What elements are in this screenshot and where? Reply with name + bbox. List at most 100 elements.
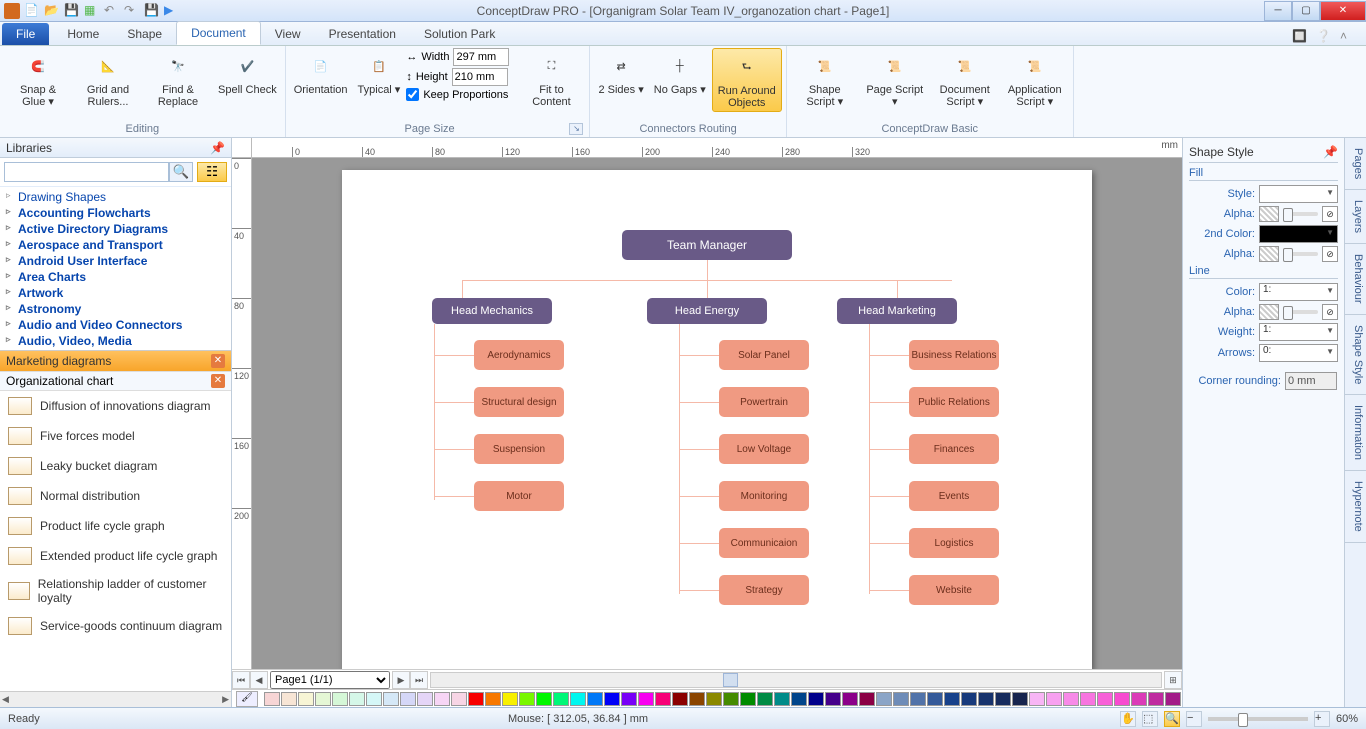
color-swatch[interactable] bbox=[451, 692, 467, 706]
color-swatch[interactable] bbox=[536, 692, 552, 706]
lib-tree-item[interactable]: Astronomy bbox=[0, 301, 231, 317]
lib-tree-item[interactable]: Drawing Shapes bbox=[0, 189, 231, 205]
color-swatch[interactable] bbox=[1131, 692, 1147, 706]
node-sub[interactable]: Suspension bbox=[474, 434, 564, 464]
library-search-button[interactable]: 🔍 bbox=[169, 162, 193, 182]
color-swatch[interactable] bbox=[995, 692, 1011, 706]
color-swatch[interactable] bbox=[740, 692, 756, 706]
panel-pin-icon[interactable]: 📌 bbox=[1323, 145, 1338, 159]
tab-document[interactable]: Document bbox=[176, 21, 261, 45]
pagesize-expand-button[interactable]: ↘ bbox=[569, 123, 583, 135]
color-swatch[interactable] bbox=[1165, 692, 1181, 706]
hand-tool-icon[interactable]: ✋ bbox=[1120, 711, 1136, 727]
diagram-item[interactable]: Leaky bucket diagram bbox=[0, 451, 231, 481]
color-swatch[interactable] bbox=[383, 692, 399, 706]
tab-shape[interactable]: Shape bbox=[113, 23, 176, 45]
library-search-input[interactable] bbox=[4, 162, 169, 182]
line-weight-dropdown[interactable]: 1: bbox=[1259, 323, 1338, 341]
color-swatch[interactable] bbox=[349, 692, 365, 706]
orientation-button[interactable]: 📄Orientation bbox=[290, 48, 352, 98]
lib-tree-item[interactable]: Aerospace and Transport bbox=[0, 237, 231, 253]
color-swatch[interactable] bbox=[655, 692, 671, 706]
fill-alpha-reset[interactable]: ⊘ bbox=[1322, 206, 1338, 222]
node-head-marketing[interactable]: Head Marketing bbox=[837, 298, 957, 324]
second-color-dropdown[interactable] bbox=[1259, 225, 1338, 243]
color-swatch[interactable] bbox=[774, 692, 790, 706]
minimize-button[interactable]: ─ bbox=[1264, 1, 1292, 21]
qat-redo-icon[interactable]: ↷ bbox=[124, 3, 140, 19]
tab-presentation[interactable]: Presentation bbox=[315, 23, 410, 45]
color-swatch[interactable] bbox=[706, 692, 722, 706]
side-tab-pages[interactable]: Pages bbox=[1345, 138, 1366, 190]
node-sub[interactable]: Aerodynamics bbox=[474, 340, 564, 370]
color-swatch[interactable] bbox=[1063, 692, 1079, 706]
node-sub[interactable]: Communicaion bbox=[719, 528, 809, 558]
node-sub[interactable]: Structural design bbox=[474, 387, 564, 417]
color-swatch[interactable] bbox=[519, 692, 535, 706]
node-sub[interactable]: Motor bbox=[474, 481, 564, 511]
qat-new-icon[interactable]: 📄 bbox=[24, 3, 40, 19]
color-swatch[interactable] bbox=[587, 692, 603, 706]
tab-home[interactable]: Home bbox=[53, 23, 113, 45]
color-swatch[interactable] bbox=[927, 692, 943, 706]
width-input[interactable] bbox=[453, 48, 509, 66]
scroll-left-icon[interactable]: ◀ bbox=[2, 694, 9, 705]
typical-button[interactable]: 📋Typical ▾ bbox=[354, 48, 405, 98]
zoom-out-button[interactable]: − bbox=[1186, 711, 1202, 727]
line-alpha-reset[interactable]: ⊘ bbox=[1322, 304, 1338, 320]
snap-glue-button[interactable]: 🧲Snap & Glue ▾ bbox=[4, 48, 72, 110]
canvas[interactable]: Team Manager Head Mechanics Head Energy … bbox=[252, 158, 1182, 669]
color-swatch[interactable] bbox=[1029, 692, 1045, 706]
color-swatch[interactable] bbox=[978, 692, 994, 706]
diagram-item[interactable]: Service-goods continuum diagram bbox=[0, 611, 231, 641]
lib-tree-item[interactable]: Artwork bbox=[0, 285, 231, 301]
color-swatch[interactable] bbox=[434, 692, 450, 706]
page-last-button[interactable]: ⏭ bbox=[410, 671, 428, 689]
lib-tree-item[interactable]: Accounting Flowcharts bbox=[0, 205, 231, 221]
color-swatch[interactable] bbox=[281, 692, 297, 706]
find-replace-button[interactable]: 🔭Find & Replace bbox=[144, 48, 212, 110]
tab-solution-park[interactable]: Solution Park bbox=[410, 23, 509, 45]
lib-tree-item[interactable]: Area Charts bbox=[0, 269, 231, 285]
page-selector[interactable]: Page1 (1/1) bbox=[270, 671, 390, 689]
page-first-button[interactable]: ⏮ bbox=[232, 671, 250, 689]
color-swatch[interactable] bbox=[910, 692, 926, 706]
color-swatch[interactable] bbox=[1148, 692, 1164, 706]
close-button[interactable]: ✕ bbox=[1320, 1, 1366, 21]
color-swatch[interactable] bbox=[298, 692, 314, 706]
canvas-options-button[interactable]: ⊞ bbox=[1164, 671, 1182, 689]
side-tab-shape-style[interactable]: Shape Style bbox=[1345, 315, 1366, 395]
color-swatch[interactable] bbox=[604, 692, 620, 706]
page-prev-button[interactable]: ◀ bbox=[250, 671, 268, 689]
side-tab-layers[interactable]: Layers bbox=[1345, 190, 1366, 244]
run-around-button[interactable]: ⮑Run Around Objects bbox=[712, 48, 782, 112]
node-sub[interactable]: Website bbox=[909, 575, 999, 605]
side-tab-information[interactable]: Information bbox=[1345, 395, 1366, 471]
color-swatch[interactable] bbox=[689, 692, 705, 706]
color-swatch[interactable] bbox=[638, 692, 654, 706]
node-sub[interactable]: Powertrain bbox=[719, 387, 809, 417]
diagram-item[interactable]: Product life cycle graph bbox=[0, 511, 231, 541]
color-swatch[interactable] bbox=[808, 692, 824, 706]
tab-file[interactable]: File bbox=[2, 23, 49, 45]
color-swatch[interactable] bbox=[264, 692, 280, 706]
arrows-dropdown[interactable]: 0: bbox=[1259, 344, 1338, 362]
color-swatch[interactable] bbox=[485, 692, 501, 706]
line-alpha-slider[interactable] bbox=[1283, 310, 1318, 314]
qat-play-icon[interactable]: ▶ bbox=[164, 3, 180, 19]
corner-input[interactable] bbox=[1285, 372, 1337, 390]
diagram-item[interactable]: Diffusion of innovations diagram bbox=[0, 391, 231, 421]
node-sub[interactable]: Low Voltage bbox=[719, 434, 809, 464]
side-tab-behaviour[interactable]: Behaviour bbox=[1345, 244, 1366, 315]
node-sub[interactable]: Events bbox=[909, 481, 999, 511]
node-sub[interactable]: Strategy bbox=[719, 575, 809, 605]
color-swatch[interactable] bbox=[400, 692, 416, 706]
section-marketing[interactable]: Marketing diagrams bbox=[6, 354, 111, 368]
color-swatch[interactable] bbox=[961, 692, 977, 706]
color-swatch[interactable] bbox=[672, 692, 688, 706]
canvas-h-scrollbar[interactable] bbox=[430, 672, 1162, 688]
color-swatch[interactable] bbox=[944, 692, 960, 706]
node-sub[interactable]: Monitoring bbox=[719, 481, 809, 511]
close-marketing-icon[interactable]: ✕ bbox=[211, 354, 225, 368]
color-swatch[interactable] bbox=[570, 692, 586, 706]
